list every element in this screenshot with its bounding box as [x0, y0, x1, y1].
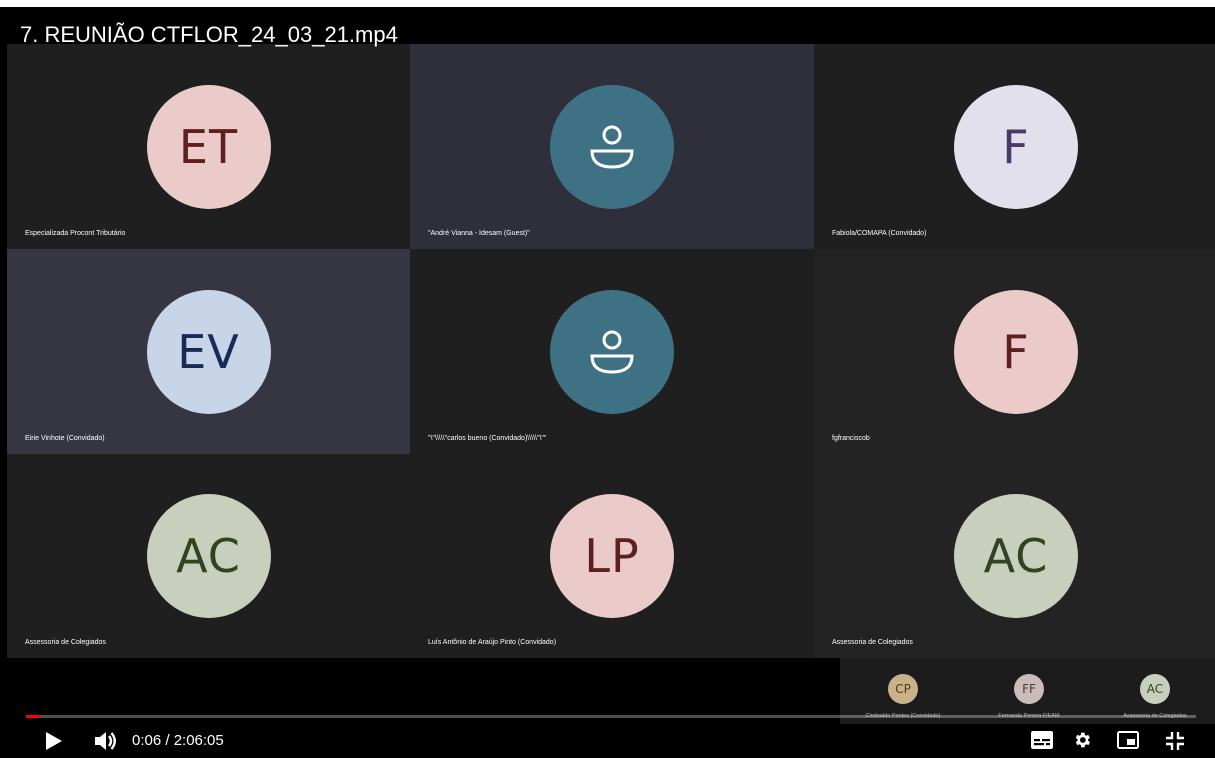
progress-played	[26, 715, 40, 718]
participant-name: Assessoria de Colegiados	[832, 639, 913, 646]
participant-avatar: EV	[146, 289, 271, 414]
miniplayer-icon	[1117, 731, 1139, 749]
participant-tile: "André Vianna - Idesam (Guest)"	[410, 44, 814, 249]
video-player[interactable]: ET Especializada Procont Tributário "André…	[0, 0, 1215, 758]
participant-grid: ET Especializada Procont Tributário "André…	[7, 44, 1215, 658]
exit-fullscreen-button[interactable]	[1164, 730, 1186, 752]
participant-avatar: AC	[146, 494, 271, 618]
subtitles-icon	[1031, 731, 1053, 749]
gear-icon	[1075, 732, 1091, 748]
participant-name: Fabiola/COMAPA (Convidado)	[832, 230, 927, 237]
volume-button[interactable]	[92, 729, 120, 753]
player-controls: 0:06 / 2:06:05	[0, 722, 1215, 758]
participant-tile: AC Assessoria de Colegiados	[7, 454, 410, 658]
participant-avatar-icon	[550, 289, 674, 414]
participant-tile: LP Luís Antônio de Araújo Pinto (Convidad…	[410, 454, 814, 658]
participant-avatar: F	[954, 289, 1078, 414]
miniplayer-button[interactable]	[1117, 731, 1139, 749]
subtitles-button[interactable]	[1031, 731, 1053, 749]
time-display: 0:06 / 2:06:05	[132, 732, 224, 749]
participant-name: "\"\\\\\"carlos bueno (Convidado)\\\\\"\…	[428, 435, 547, 442]
participant-name: Luís Antônio de Araújo Pinto (Convidado)	[428, 639, 557, 646]
participant-name: fgfranciscob	[832, 435, 870, 442]
top-border	[0, 0, 1215, 7]
video-title: 7. REUNIÃO CTFLOR_24_03_21.mp4	[20, 22, 398, 47]
person-icon	[590, 330, 634, 374]
participant-avatar: ET	[146, 84, 271, 209]
play-icon	[46, 732, 62, 750]
participant-tile: AC Assessoria de Colegiados	[814, 454, 1215, 658]
participant-avatar: LP	[550, 494, 674, 618]
play-button[interactable]	[42, 730, 66, 752]
exit-fullscreen-icon	[1166, 732, 1184, 750]
mini-participant-avatar: CP	[888, 674, 918, 704]
participant-avatar: F	[954, 84, 1078, 209]
participant-tile: ET Especializada Procont Tributário	[7, 44, 410, 249]
participant-name: Eirie Vinhote (Convidado)	[25, 435, 105, 442]
participant-avatar: AC	[954, 494, 1078, 618]
volume-icon	[95, 732, 116, 750]
progress-bar[interactable]	[26, 715, 1196, 718]
participant-avatar-icon	[550, 84, 674, 209]
mini-participant-avatar: AC	[1140, 674, 1170, 704]
participant-name: "André Vianna - Idesam (Guest)"	[428, 230, 530, 237]
participant-tile: Ffgfranciscob	[814, 249, 1215, 454]
participant-tile: EV Eirie Vinhote (Convidado)	[7, 249, 410, 454]
participant-tile: F Fabiola/COMAPA (Convidado)	[814, 44, 1215, 249]
participant-name: Assessoria de Colegiados	[25, 639, 106, 646]
participant-tile: "\"\\\\\"carlos bueno (Convidado)\\\\\"\…	[410, 249, 814, 454]
person-icon	[590, 125, 634, 169]
mini-participant-avatar: FF	[1014, 674, 1044, 704]
participant-name: Especializada Procont Tributário	[25, 230, 126, 237]
settings-button[interactable]	[1072, 730, 1092, 750]
